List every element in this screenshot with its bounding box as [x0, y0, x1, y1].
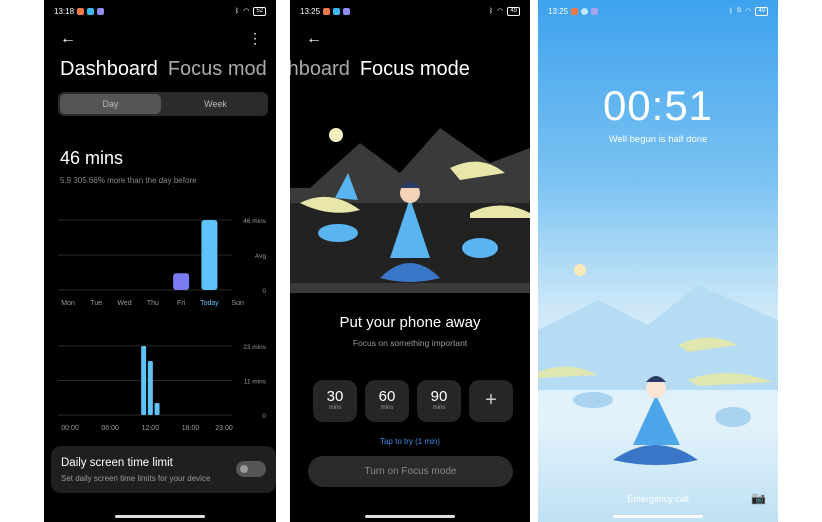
- bar-today: [201, 220, 218, 290]
- back-arrow-icon[interactable]: ←: [60, 30, 76, 48]
- x-tick-label: 18:00: [182, 425, 200, 432]
- bluetooth-icon: ᛒ: [489, 7, 494, 15]
- y-tick-label: 23 mins: [243, 344, 267, 351]
- x-tick-label: Mon: [61, 300, 75, 307]
- meditation-landscape-illustration: [538, 264, 778, 465]
- bar-fri: [173, 273, 190, 290]
- back-arrow-icon[interactable]: ←: [306, 30, 322, 48]
- bar-hour-11: [141, 346, 147, 415]
- duration-unit: mins: [328, 405, 342, 411]
- tab-focus-mode[interactable]: Focus mod: [168, 58, 267, 80]
- home-indicator[interactable]: [365, 515, 455, 518]
- duration-value: 30: [326, 388, 344, 405]
- focus-mode-screen: 13:25 ᛒ◠49 ← Dashboard Focus mode Put you…: [290, 0, 530, 522]
- bluetooth-icon: ᛒ: [235, 7, 240, 15]
- notification-icon: [97, 7, 105, 15]
- duration-value: 90: [430, 388, 448, 405]
- bar-hour-12: [147, 361, 153, 415]
- tab-focus-mode[interactable]: Focus mode: [360, 58, 470, 80]
- duration-unit: mins: [432, 405, 446, 411]
- tab-dashboard[interactable]: Dashboard: [290, 58, 350, 80]
- bluetooth-icon: ᛒ: [728, 7, 733, 15]
- duration-60-button[interactable]: 60 mins: [365, 380, 409, 422]
- focus-subheading: Focus on something important: [352, 338, 468, 348]
- motto-text: Well begun is half done: [608, 134, 708, 145]
- period-segmented-control: Day Week: [58, 92, 268, 116]
- status-bar: 13:25 ᛒ ⍉ ◠ 49: [548, 5, 768, 17]
- status-bar: 13:18 ᛒ ◠ 52: [54, 5, 266, 17]
- hourly-usage-chart: 23 mins 11 mins 0 00:00 06:00 12:00 18:00 23:00: [58, 344, 267, 432]
- battery-icon: 49: [755, 6, 768, 16]
- notification-icon: [571, 7, 579, 15]
- total-screen-time: 46 mins: [60, 148, 124, 168]
- bar-hour-13: [154, 403, 160, 415]
- y-tick-label: 46 mins: [243, 218, 267, 225]
- notification-icon: [581, 7, 589, 15]
- notification-icon: [87, 7, 95, 15]
- limit-title: Daily screen time limit: [61, 457, 173, 469]
- y-tick-label: 0: [262, 288, 266, 295]
- daily-limit-card[interactable]: Daily screen time limit Set daily screen…: [51, 446, 276, 493]
- notification-icon: [77, 7, 85, 15]
- home-indicator[interactable]: [115, 515, 205, 518]
- limit-subtitle: Set daily screen time limits for your de…: [61, 474, 211, 483]
- battery-icon: 49: [507, 6, 520, 16]
- focus-timer-screen: 13:25 ᛒ ⍉ ◠ 49 00:51 Well begun is half don…: [538, 0, 778, 522]
- wifi-icon: ◠: [243, 8, 250, 15]
- segment-week[interactable]: Week: [165, 94, 266, 114]
- y-tick-label: 11 mins: [244, 379, 267, 386]
- limit-toggle[interactable]: [236, 461, 266, 477]
- y-tick-label: Avg: [255, 253, 266, 260]
- notification-icon: [343, 7, 351, 15]
- duration-90-button[interactable]: 90 mins: [417, 380, 461, 422]
- status-time: 13:25: [300, 6, 321, 16]
- status-time: 13:25: [548, 6, 569, 16]
- y-tick-label: 0: [262, 413, 266, 420]
- x-tick-label: Sun: [231, 300, 244, 307]
- duration-unit: mins: [380, 405, 394, 411]
- x-tick-label: Wed: [117, 300, 131, 307]
- tap-to-try-link[interactable]: Tap to try (1 min): [290, 437, 530, 446]
- tab-dashboard[interactable]: Dashboard: [60, 58, 158, 80]
- alarm-off-icon: ⍉: [737, 7, 742, 14]
- wifi-icon: ◠: [745, 8, 752, 15]
- x-tick-label: Fri: [177, 300, 186, 307]
- comparison-text: 5.9 305.66% more than the day before: [60, 176, 197, 185]
- camera-icon[interactable]: 📷: [751, 491, 766, 505]
- segment-day[interactable]: Day: [60, 94, 161, 114]
- notification-icon: [591, 7, 599, 15]
- battery-icon: 52: [253, 6, 266, 16]
- meditation-illustration: [290, 128, 530, 293]
- status-bar: 13:25 ᛒ ◠ 49: [300, 5, 520, 17]
- focus-heading: Put your phone away: [339, 314, 481, 331]
- notification-icon: [333, 7, 341, 15]
- focus-timer: 00:51: [602, 82, 714, 129]
- turn-on-focus-button[interactable]: Turn on Focus mode: [308, 456, 513, 487]
- weekly-usage-chart: 46 mins Avg 0 Mon Tue Wed Thu Fri Today Sun: [58, 218, 267, 307]
- duration-options: 30 mins 60 mins 90 mins +: [313, 380, 513, 422]
- duration-value: 60: [378, 388, 396, 405]
- x-tick-label: Today: [200, 300, 219, 307]
- notification-icon: [323, 7, 331, 15]
- x-tick-label: 23:00: [215, 425, 233, 432]
- duration-30-button[interactable]: 30 mins: [313, 380, 357, 422]
- more-options-icon[interactable]: ⋮: [248, 30, 262, 47]
- add-duration-button[interactable]: +: [469, 380, 513, 422]
- home-indicator[interactable]: [613, 515, 703, 518]
- x-tick-label: 12:00: [142, 425, 160, 432]
- x-tick-label: Thu: [147, 300, 159, 307]
- x-tick-label: 06:00: [101, 425, 119, 432]
- emergency-call-button[interactable]: Emergency call: [538, 494, 778, 504]
- wifi-icon: ◠: [497, 8, 504, 15]
- dashboard-screen: 13:18 ᛒ ◠ 52 ← ⋮ Dashboard Focus mod Day We…: [44, 0, 276, 522]
- x-tick-label: 00:00: [61, 425, 79, 432]
- status-time: 13:18: [54, 6, 75, 16]
- x-tick-label: Tue: [90, 300, 102, 307]
- plus-icon: +: [485, 389, 497, 411]
